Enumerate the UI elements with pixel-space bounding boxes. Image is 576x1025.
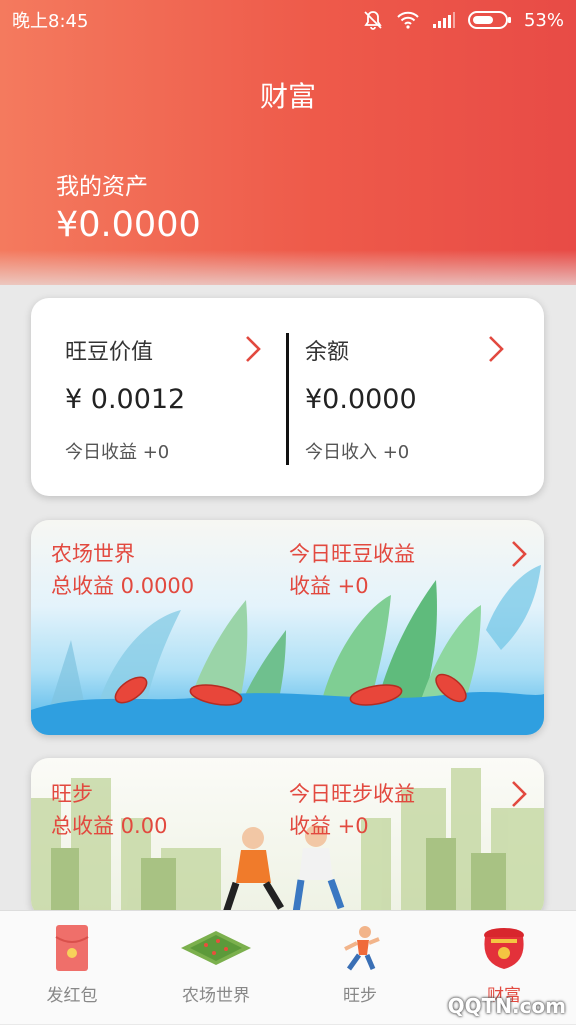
tab-send-red-envelope[interactable]: 发红包 — [0, 911, 144, 1025]
chevron-right-icon — [512, 781, 527, 807]
status-bar: 晚上8:45 53% — [0, 0, 576, 40]
page-title: 财富 — [259, 80, 316, 113]
mute-bell-icon — [362, 9, 384, 31]
tab-label: 农场世界 — [182, 986, 250, 1006]
tab-label: 发红包 — [46, 986, 98, 1006]
steps-title: 旺步 — [51, 782, 93, 806]
farm-today-title: 今日旺豆收益 — [289, 542, 415, 566]
balance-label: 余额 — [305, 340, 350, 365]
tab-farm-world[interactable]: 农场世界 — [144, 911, 288, 1025]
balance-today-income: 今日收入 +0 — [305, 442, 410, 463]
battery-icon — [467, 10, 512, 30]
farm-field-icon — [181, 931, 251, 965]
tab-steps[interactable]: 旺步 — [288, 911, 432, 1025]
section-divider — [286, 333, 289, 465]
battery-percent: 53% — [523, 9, 564, 31]
tab-label: 旺步 — [343, 986, 377, 1006]
watermark: QQTN.com — [447, 994, 566, 1018]
chevron-right-icon — [512, 541, 527, 567]
red-envelope-icon — [55, 925, 89, 971]
bottom-tab-bar: 发红包 农场世界 旺步 财富 QQTN.com — [0, 910, 576, 1024]
steps-today-income: 收益 +0 — [289, 814, 369, 838]
runner-icon — [344, 926, 380, 971]
balance-section[interactable]: 余额 ¥0.0000 今日收入 +0 — [305, 298, 525, 496]
asset-label: 我的资产 — [56, 174, 148, 200]
wangdou-value-label: 旺豆价值 — [65, 340, 154, 365]
chevron-right-icon — [489, 336, 504, 362]
steps-banner[interactable]: 旺步 总收益 0.00 今日旺步收益 收益 +0 — [31, 758, 544, 918]
farm-world-title: 农场世界 — [51, 542, 135, 566]
farm-world-banner[interactable]: 农场世界 总收益 0.0000 今日旺豆收益 收益 +0 — [31, 520, 544, 735]
treasure-pot-icon — [484, 928, 524, 969]
farm-today-income: 收益 +0 — [289, 574, 369, 598]
status-time: 晚上8:45 — [12, 11, 89, 32]
wangdou-value-section[interactable]: 旺豆价值 ¥ 0.0012 今日收益 +0 — [65, 298, 285, 496]
balance-amount: ¥0.0000 — [305, 384, 417, 415]
steps-total: 总收益 0.00 — [51, 814, 168, 838]
asset-value: ¥0.0000 — [56, 205, 201, 245]
chevron-right-icon — [246, 336, 261, 362]
farm-world-total: 总收益 0.0000 — [51, 574, 195, 598]
header-fade — [0, 250, 576, 300]
wifi-icon — [396, 10, 420, 30]
summary-card: 旺豆价值 ¥ 0.0012 今日收益 +0 余额 ¥0.0000 今日收入 +0 — [31, 298, 544, 496]
steps-today-title: 今日旺步收益 — [289, 782, 415, 806]
wangdou-today-income: 今日收益 +0 — [65, 442, 170, 463]
wangdou-value-amount: ¥ 0.0012 — [65, 384, 186, 415]
signal-icon — [432, 11, 456, 29]
